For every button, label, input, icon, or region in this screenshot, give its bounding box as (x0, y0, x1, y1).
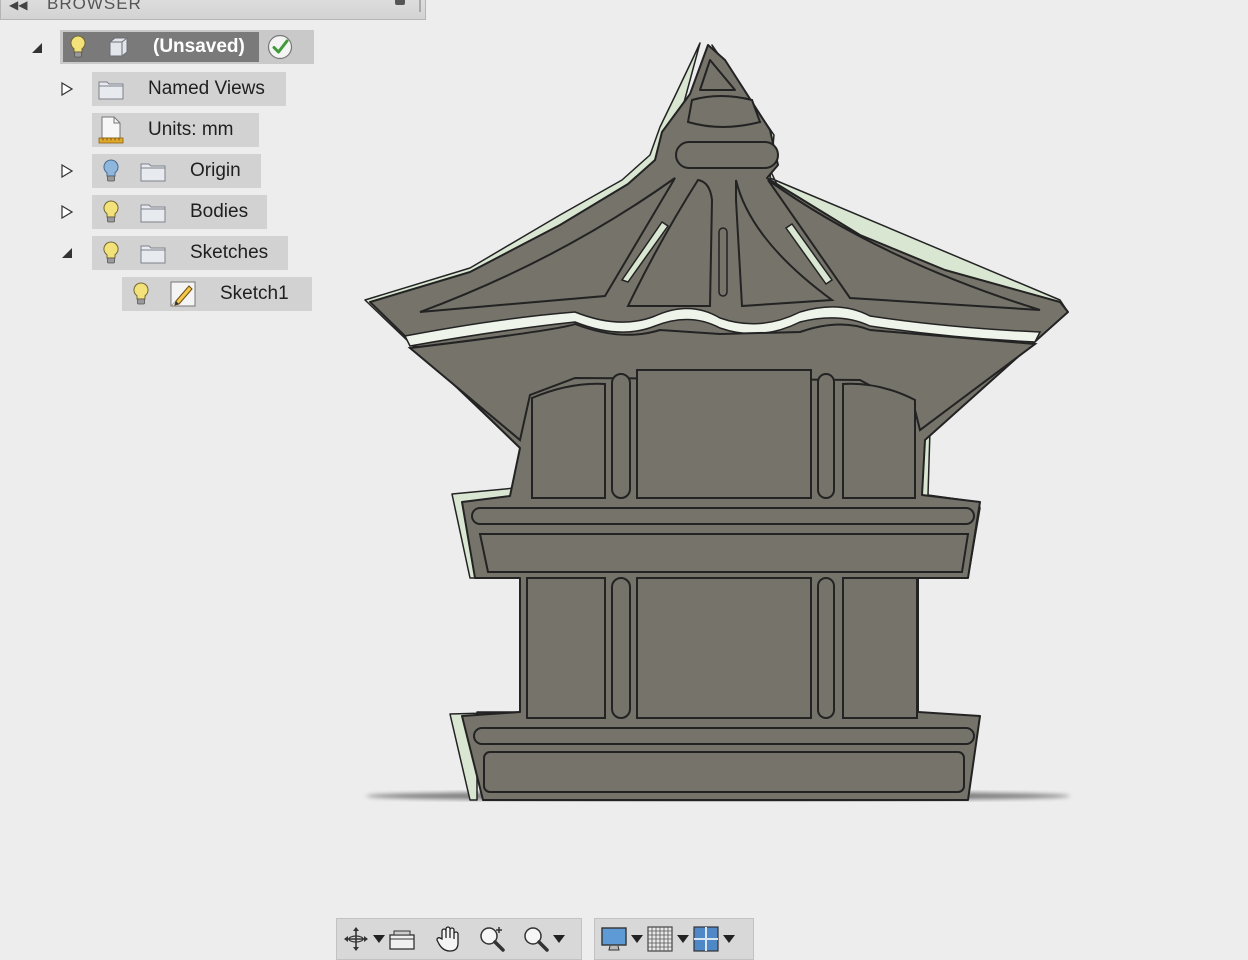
tree-item-bodies-label: Bodies (190, 201, 249, 222)
tree-item-sketches[interactable]: Sketches (92, 236, 288, 270)
roof-band (675, 141, 779, 169)
base-block (483, 751, 965, 793)
pan-icon[interactable] (433, 922, 463, 956)
tree-item-origin[interactable]: Origin (92, 154, 261, 188)
upper-window-center (636, 369, 812, 499)
tree-item-origin-label: Origin (190, 160, 241, 181)
expand-toggle-bodies[interactable] (60, 205, 74, 219)
tree-item-root[interactable]: (Unsaved) (60, 30, 314, 64)
display-settings-icon[interactable] (599, 922, 629, 956)
document-ruler-icon (96, 116, 126, 144)
double-chevron-left-icon[interactable]: ◀◀ (9, 0, 27, 12)
lower-window-center (636, 577, 812, 719)
lightbulb-icon[interactable] (126, 280, 156, 308)
expand-toggle-named-views[interactable] (60, 82, 74, 96)
upper-pillar-right (817, 373, 835, 499)
zoom-window-icon[interactable] (521, 922, 551, 956)
folder-icon (96, 75, 126, 103)
roof-cap (686, 95, 762, 128)
pagoda-model[interactable] (330, 30, 1110, 820)
tree-item-named-views-label: Named Views (148, 78, 265, 99)
orbit-dropdown-chevron-icon[interactable] (371, 922, 387, 956)
panel-grip-handle[interactable] (419, 0, 421, 12)
grid-settings-icon[interactable] (645, 922, 675, 956)
lightbulb-icon[interactable] (96, 239, 126, 267)
base-rail-top (473, 727, 975, 745)
folder-icon (138, 198, 168, 226)
grid-dropdown-chevron-icon[interactable] (675, 922, 691, 956)
viewports-icon[interactable] (691, 922, 721, 956)
lower-window-right (842, 577, 918, 719)
lower-pillar-right (817, 577, 835, 719)
collapsed-triangle-icon (61, 164, 73, 178)
tree-item-sketches-label: Sketches (190, 242, 269, 263)
component-icon (103, 33, 133, 61)
display-toolbar (594, 918, 754, 960)
upper-window-right (842, 382, 916, 499)
upper-window-left (531, 382, 606, 499)
collapsed-triangle-icon (61, 205, 73, 219)
zoom-icon[interactable] (477, 922, 507, 956)
navigation-toolbar (336, 918, 582, 960)
tree-item-bodies[interactable]: Bodies (92, 195, 267, 229)
viewports-dropdown-chevron-icon[interactable] (721, 922, 737, 956)
sketch-icon (168, 280, 198, 308)
lower-window-left (526, 577, 606, 719)
collapsed-triangle-icon (61, 82, 73, 96)
tree-item-units[interactable]: Units: mm (92, 113, 259, 147)
expanded-triangle-icon (32, 43, 42, 53)
pin-icon[interactable] (395, 0, 405, 5)
roof-slot-center (718, 227, 728, 297)
folder-icon (138, 157, 168, 185)
viewport-canvas[interactable] (330, 30, 1110, 820)
lightbulb-icon[interactable] (96, 157, 126, 185)
middle-beam (478, 533, 970, 573)
lightbulb-icon[interactable] (63, 33, 93, 61)
tree-item-sketch1[interactable]: Sketch1 (122, 277, 312, 311)
lightbulb-icon[interactable] (96, 198, 126, 226)
upper-pillar-left (611, 373, 631, 499)
check-circle-icon (265, 33, 295, 61)
tree-item-root-label: (Unsaved) (153, 36, 245, 57)
expand-toggle-sketches[interactable] (60, 246, 74, 260)
expanded-triangle-icon (62, 248, 72, 258)
folder-icon (138, 239, 168, 267)
browser-panel-title: BROWSER (47, 0, 142, 13)
tree-item-units-label: Units: mm (148, 119, 234, 140)
orbit-icon[interactable] (341, 922, 371, 956)
tree-item-named-views[interactable]: Named Views (92, 72, 286, 106)
display-dropdown-chevron-icon[interactable] (629, 922, 645, 956)
tree-item-sketch1-label: Sketch1 (220, 283, 289, 304)
browser-panel-header: ◀◀ BROWSER (0, 0, 426, 20)
zoom-dropdown-chevron-icon[interactable] (551, 922, 567, 956)
middle-rail-top (471, 507, 975, 525)
lower-pillar-left (611, 577, 631, 719)
expand-toggle-root[interactable] (30, 41, 44, 55)
expand-toggle-origin[interactable] (60, 164, 74, 178)
look-at-icon[interactable] (387, 922, 417, 956)
